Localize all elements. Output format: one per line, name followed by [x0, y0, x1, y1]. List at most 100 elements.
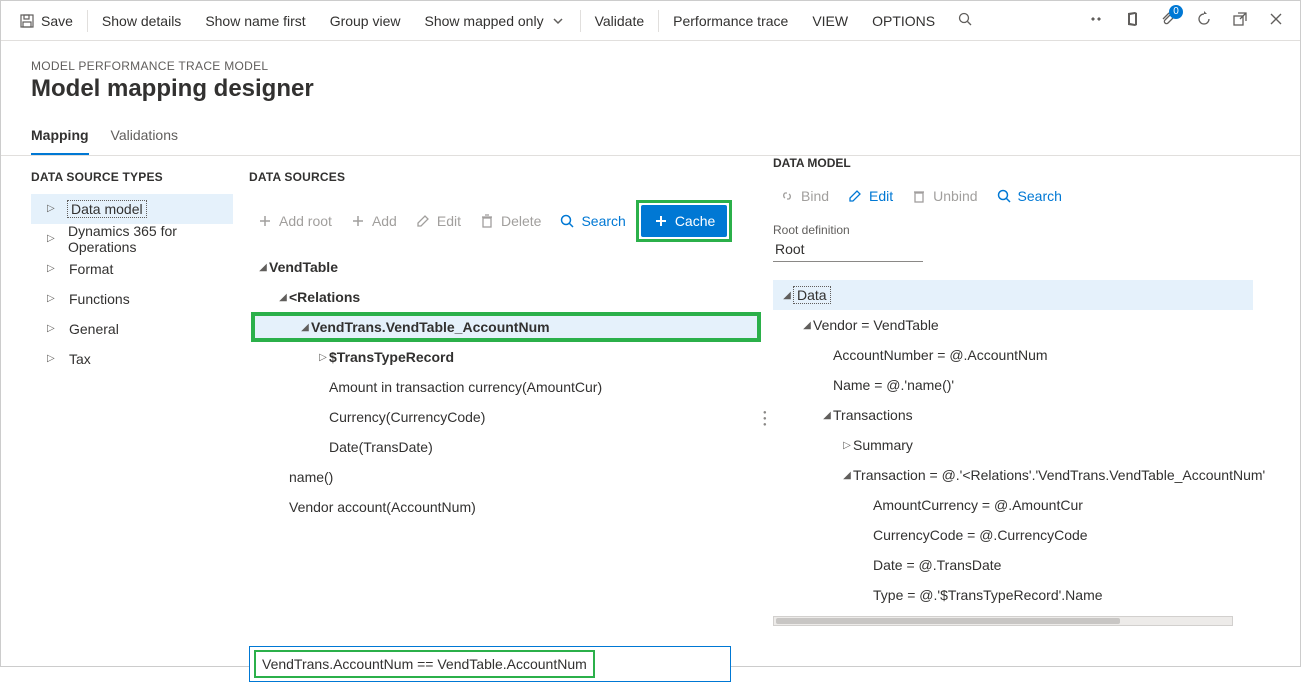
- data-model-tree: ◢Data ◢Vendor = VendTable AccountNumber …: [773, 280, 1286, 638]
- dmnode-amountcurrency[interactable]: AmountCurrency = @.AmountCur: [773, 490, 1253, 520]
- dstype-label: Dynamics 365 for Operations: [66, 223, 233, 255]
- dmnode-label: Transaction = @.'<Relations'.'VendTrans.…: [853, 467, 1265, 483]
- refresh-button[interactable]: [1186, 1, 1222, 41]
- validate-label: Validate: [595, 13, 645, 29]
- root-definition-value[interactable]: Root: [773, 237, 923, 262]
- close-button[interactable]: [1258, 1, 1294, 41]
- caret-right-icon: ▷: [47, 293, 57, 304]
- dsnode-label: VendTable: [269, 259, 338, 275]
- dsnode-vendoraccount[interactable]: Vendor account(AccountNum): [251, 492, 761, 522]
- validate-button[interactable]: Validate: [583, 1, 657, 41]
- caret-down-icon: ◢: [841, 470, 853, 481]
- search-button[interactable]: Search: [551, 205, 633, 237]
- dmnode-type[interactable]: Type = @.'$TransTypeRecord'.Name: [773, 580, 1253, 610]
- dstype-label: Tax: [67, 351, 93, 367]
- unbind-button[interactable]: Unbind: [905, 182, 983, 210]
- expression-value: VendTrans.AccountNum == VendTable.Accoun…: [254, 650, 595, 678]
- dsnode-currencycode[interactable]: Currency(CurrencyCode): [251, 402, 761, 432]
- tab-mapping-label: Mapping: [31, 127, 89, 143]
- dsnode-relations[interactable]: ◢<Relations: [251, 282, 761, 312]
- add-label: Add: [372, 213, 397, 229]
- separator: [658, 10, 659, 32]
- dsnode-amountcur[interactable]: Amount in transaction currency(AmountCur…: [251, 372, 761, 402]
- show-mapped-only-button[interactable]: Show mapped only: [413, 1, 578, 41]
- dsnode-label: VendTrans.VendTable_AccountNum: [311, 319, 550, 335]
- options-button[interactable]: OPTIONS: [860, 1, 947, 41]
- data-sources-title: DATA SOURCES: [241, 170, 761, 184]
- show-details-button[interactable]: Show details: [90, 1, 193, 41]
- dmnode-name[interactable]: Name = @.'name()': [773, 370, 1253, 400]
- group-view-button[interactable]: Group view: [318, 1, 413, 41]
- dmnode-accountnumber[interactable]: AccountNumber = @.AccountNum: [773, 340, 1253, 370]
- tab-validations-label: Validations: [111, 127, 178, 143]
- dmnode-transaction[interactable]: ◢Transaction = @.'<Relations'.'VendTrans…: [773, 460, 1253, 490]
- dstype-format[interactable]: ▷Format: [31, 254, 233, 284]
- separator: [580, 10, 581, 32]
- dmnode-data[interactable]: ◢Data: [773, 280, 1253, 310]
- page-header: MODEL PERFORMANCE TRACE MODEL Model mapp…: [1, 41, 1300, 111]
- data-model-toolbar: Bind Edit Unbind Search: [773, 178, 1286, 217]
- dmnode-currencycode[interactable]: CurrencyCode = @.CurrencyCode: [773, 520, 1253, 550]
- page-title: Model mapping designer: [31, 75, 1270, 103]
- dmnode-label: Transactions: [833, 407, 913, 423]
- caret-down-icon: ◢: [781, 290, 793, 301]
- connector-button[interactable]: [1078, 1, 1114, 41]
- dsnode-transdate[interactable]: Date(TransDate): [251, 432, 761, 462]
- splitter-handle[interactable]: ●●●: [763, 410, 767, 428]
- popout-button[interactable]: [1222, 1, 1258, 41]
- close-icon: [1269, 12, 1283, 29]
- cache-button[interactable]: Cache: [641, 205, 727, 237]
- bind-button[interactable]: Bind: [773, 182, 835, 210]
- add-button[interactable]: Add: [342, 205, 405, 237]
- dstype-data-model[interactable]: ▷Data model: [31, 194, 233, 224]
- data-sources-toolbar: Add root Add Edit Delete Search Cache: [241, 194, 761, 248]
- dmnode-summary[interactable]: ▷Summary: [773, 430, 1253, 460]
- save-button[interactable]: Save: [7, 1, 85, 41]
- dstype-label: Functions: [67, 291, 132, 307]
- dstype-general[interactable]: ▷General: [31, 314, 233, 344]
- caret-down-icon: ◢: [299, 322, 311, 333]
- dstype-functions[interactable]: ▷ Functions: [31, 284, 233, 314]
- show-name-first-button[interactable]: Show name first: [193, 1, 317, 41]
- unbind-label: Unbind: [933, 188, 977, 204]
- save-label: Save: [41, 13, 73, 29]
- data-sources-panel: DATA SOURCES Add root Add Edit Delete Se…: [241, 156, 761, 664]
- dmnode-date[interactable]: Date = @.TransDate: [773, 550, 1253, 580]
- dmnode-label: Vendor = VendTable: [813, 317, 939, 333]
- dsnode-name[interactable]: name(): [251, 462, 761, 492]
- edit-button[interactable]: Edit: [407, 205, 469, 237]
- popout-icon: [1232, 11, 1248, 30]
- performance-trace-button[interactable]: Performance trace: [661, 1, 800, 41]
- delete-button[interactable]: Delete: [471, 205, 549, 237]
- caret-right-icon: ▷: [47, 233, 56, 244]
- tab-validations[interactable]: Validations: [111, 121, 178, 155]
- dstype-label: Data model: [67, 200, 147, 218]
- horizontal-scrollbar[interactable]: [773, 616, 1233, 626]
- dstype-tax[interactable]: ▷ Tax: [31, 344, 233, 374]
- expression-input[interactable]: VendTrans.AccountNum == VendTable.Accoun…: [249, 646, 731, 682]
- caret-right-icon: ▷: [47, 353, 57, 364]
- caret-down-icon: ◢: [277, 292, 289, 303]
- find-button[interactable]: [947, 1, 983, 41]
- dsnode-label: name(): [289, 469, 333, 485]
- caret-down-icon: ◢: [821, 410, 833, 421]
- attachments-button[interactable]: [1150, 1, 1186, 41]
- dstype-d365fo[interactable]: ▷ Dynamics 365 for Operations: [31, 224, 233, 254]
- connector-icon: [1088, 11, 1104, 30]
- dmnode-vendor[interactable]: ◢Vendor = VendTable: [773, 310, 1253, 340]
- edit-binding-button[interactable]: Edit: [841, 182, 899, 210]
- tab-mapping[interactable]: Mapping: [31, 121, 89, 155]
- dsnode-vendtrans-accountnum[interactable]: ◢VendTrans.VendTable_AccountNum: [251, 312, 761, 342]
- office-button[interactable]: [1114, 1, 1150, 41]
- dmnode-label: CurrencyCode = @.CurrencyCode: [873, 527, 1088, 543]
- dsnode-transtyperecord[interactable]: ▷$TransTypeRecord: [251, 342, 761, 372]
- view-button[interactable]: VIEW: [800, 1, 860, 41]
- dmnode-label: AmountCurrency = @.AmountCur: [873, 497, 1083, 513]
- dmnode-label: Summary: [853, 437, 913, 453]
- dsnode-vendtable[interactable]: ◢VendTable: [251, 252, 761, 282]
- dmnode-transactions[interactable]: ◢Transactions: [773, 400, 1253, 430]
- edit-binding-label: Edit: [869, 188, 893, 204]
- add-root-button[interactable]: Add root: [249, 205, 340, 237]
- datamodel-search-button[interactable]: Search: [990, 182, 1068, 210]
- dsnode-label: Currency(CurrencyCode): [329, 409, 485, 425]
